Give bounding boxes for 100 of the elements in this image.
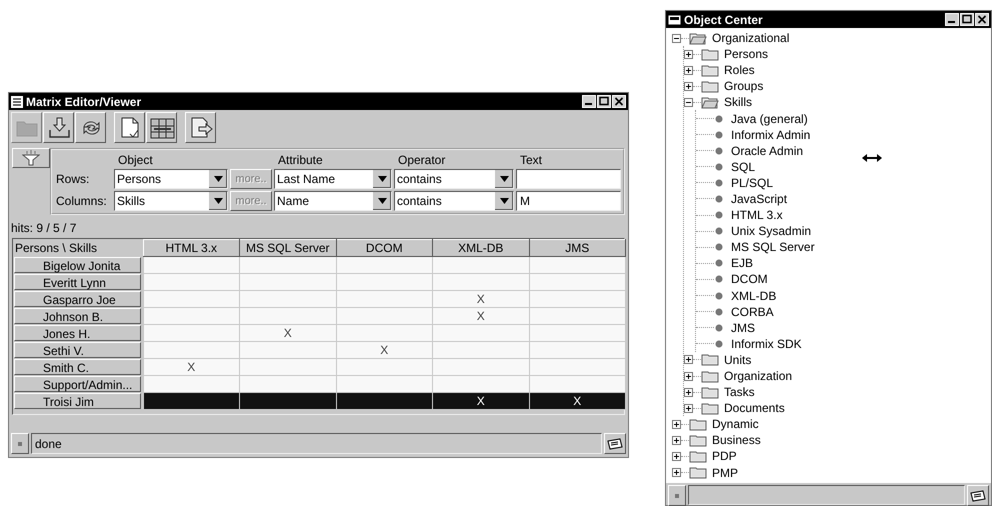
refresh-button[interactable] [75,112,106,143]
tree-item[interactable]: Tasks [722,385,757,400]
table-cell[interactable] [336,358,432,376]
column-header[interactable]: MS SQL Server [240,240,336,256]
table-cell[interactable] [336,290,432,308]
close-icon[interactable] [612,95,626,108]
tree-item[interactable]: Persons [722,47,770,62]
tree-item[interactable]: Roles [722,63,757,78]
table-cell[interactable] [529,342,626,358]
maximize-icon[interactable] [960,13,974,26]
tree-item[interactable]: SQL [729,160,758,174]
tree-item[interactable]: PDP [710,449,739,464]
grid-button[interactable] [146,112,177,143]
table-cell[interactable] [143,308,240,324]
operator-dropdown[interactable]: contains [394,191,514,211]
column-header[interactable]: HTML 3.x [143,240,240,256]
tree-item[interactable]: Unix Sysadmin [729,224,814,238]
expand-icon[interactable] [684,372,693,381]
table-cell[interactable] [240,376,336,392]
filter-button[interactable] [12,148,50,168]
text-field[interactable]: M [516,191,621,211]
table-cell[interactable] [143,342,240,358]
table-cell[interactable] [529,290,626,308]
table-cell[interactable] [143,256,240,274]
object-dropdown[interactable]: Skills [114,191,228,211]
tree-item[interactable]: CORBA [729,304,776,319]
expand-icon[interactable] [684,355,693,364]
table-cell[interactable] [336,256,432,274]
table-cell[interactable]: X [529,392,626,410]
table-cell[interactable] [432,342,529,358]
table-cell[interactable]: X [143,358,240,376]
row-header[interactable]: Support/Admin... [14,376,140,392]
tree-item[interactable]: JavaScript [729,192,790,206]
status-button[interactable] [11,433,29,454]
table-cell[interactable]: X [336,342,432,358]
expand-icon[interactable] [672,452,681,461]
tree-item[interactable]: Dynamic [710,417,761,432]
table-cell[interactable] [240,358,336,376]
table-cell[interactable] [240,342,336,358]
table-cell[interactable] [432,376,529,392]
tree-item[interactable]: Business [710,433,763,448]
table-cell[interactable] [336,324,432,342]
table-cell[interactable] [529,274,626,290]
table-cell[interactable] [432,274,529,290]
minimize-icon[interactable] [945,13,959,26]
table-cell[interactable] [336,308,432,324]
table-cell[interactable] [240,274,336,290]
tree-item[interactable]: XML-DB [729,288,778,303]
tree-item[interactable]: Informix Admin [729,128,812,142]
row-header[interactable]: Troisi Jim [14,393,140,409]
tree-item[interactable]: EJB [729,256,756,270]
column-header[interactable]: XML-DB [432,240,529,256]
expand-icon[interactable] [684,66,693,75]
status-button[interactable] [668,485,686,506]
row-header[interactable]: Everitt Lynn [14,274,140,290]
download-button[interactable] [43,112,74,143]
expand-icon[interactable] [672,420,681,429]
table-cell[interactable] [143,290,240,308]
tree-item[interactable]: Java (general) [729,112,810,126]
tree-item[interactable]: Documents [722,401,787,416]
table-cell[interactable] [143,392,240,410]
table-cell[interactable] [143,274,240,290]
tree-item[interactable]: Oracle Admin [729,144,806,158]
table-cell[interactable] [529,256,626,274]
table-cell[interactable] [336,392,432,410]
table-cell[interactable] [529,324,626,342]
tree-item[interactable]: DCOM [729,272,770,286]
column-header[interactable]: DCOM [336,240,432,256]
close-icon[interactable] [975,13,989,26]
expand-icon[interactable] [684,388,693,397]
row-header[interactable]: Sethi V. [14,342,140,358]
row-header[interactable]: Jones H. [14,325,140,341]
table-cell[interactable] [432,256,529,274]
tree-item[interactable]: Groups [722,79,766,94]
expand-icon[interactable] [684,50,693,59]
tree-item[interactable]: Organizational [710,31,792,46]
tree-item[interactable]: MS SQL Server [729,240,817,254]
table-cell[interactable] [143,324,240,342]
collapse-icon[interactable] [672,34,681,43]
table-cell[interactable] [529,376,626,392]
document-check-button[interactable] [114,112,145,143]
row-header[interactable]: Bigelow Jonita [14,257,140,273]
table-cell[interactable]: X [432,392,529,410]
row-header[interactable]: Gasparro Joe [14,291,140,307]
minimize-icon[interactable] [582,95,596,108]
tree-item[interactable]: Organization [722,369,794,384]
table-cell[interactable]: X [432,290,529,308]
attribute-dropdown[interactable]: Name [274,191,392,211]
tree-item[interactable]: PMP [710,466,740,480]
object-dropdown[interactable]: Persons [114,169,228,189]
tree-item[interactable]: Units [722,352,754,367]
expand-icon[interactable] [684,404,693,413]
table-cell[interactable]: X [432,308,529,324]
row-header[interactable]: Johnson B. [14,308,140,324]
table-cell[interactable] [240,392,336,410]
tree-item[interactable]: JMS [729,320,757,335]
table-cell[interactable] [240,256,336,274]
table-cell[interactable] [336,376,432,392]
table-cell[interactable] [529,358,626,376]
tree-item[interactable]: Skills [722,95,754,110]
